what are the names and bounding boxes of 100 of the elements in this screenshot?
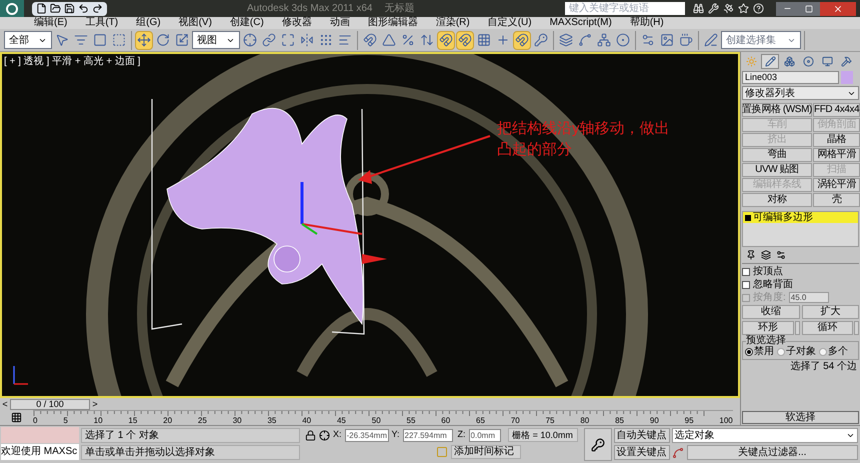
menu-item[interactable]: 组(G) xyxy=(136,18,161,28)
pencil-icon xyxy=(704,33,718,47)
triangle-icon xyxy=(382,33,396,47)
panel-button[interactable]: 网格平滑 xyxy=(813,148,860,162)
object-name-field[interactable]: Line003 xyxy=(742,71,839,84)
pin-icon[interactable] xyxy=(746,250,756,260)
radio-button[interactable] xyxy=(745,348,753,356)
curve-icon[interactable] xyxy=(672,446,684,458)
checkbox[interactable] xyxy=(742,268,750,276)
radio-button[interactable] xyxy=(819,348,827,356)
ruler-label: 60 xyxy=(441,417,450,425)
network-icon xyxy=(597,33,611,47)
dropdown[interactable]: 视图 xyxy=(192,31,240,49)
previous-frame-button[interactable]: < xyxy=(0,400,10,408)
crosshair-icon[interactable] xyxy=(319,430,330,440)
help-icon[interactable] xyxy=(753,3,764,14)
menu-item[interactable]: 渲染(R) xyxy=(436,18,470,28)
panel-button[interactable]: 弯曲 xyxy=(742,148,812,162)
toolbar-button[interactable] xyxy=(437,30,455,50)
new-file-icon[interactable] xyxy=(36,3,47,14)
wrench-icon[interactable] xyxy=(708,3,719,14)
rollout-header[interactable]: 软选择 xyxy=(742,411,859,424)
panel-button[interactable]: 置换网格 (WSM) xyxy=(742,103,812,117)
save-icon[interactable] xyxy=(64,3,75,14)
folder-icon[interactable] xyxy=(50,3,61,14)
checkbox-label: 按角度: xyxy=(753,292,786,302)
listener-field[interactable] xyxy=(1,427,79,443)
lock-icon[interactable] xyxy=(305,430,316,440)
toolbar-button[interactable] xyxy=(595,30,613,50)
menu-item[interactable]: 视图(V) xyxy=(178,18,212,28)
menu-item[interactable]: 图形编辑器 xyxy=(368,18,418,28)
toolbar-button[interactable] xyxy=(532,30,550,50)
panel-button[interactable]: 晶格 xyxy=(813,133,860,147)
key-mode-dropdown[interactable]: 选定对象 xyxy=(672,428,858,443)
time-slider-thumb[interactable]: 0 / 100 xyxy=(10,398,90,410)
menu-item[interactable]: 修改器 xyxy=(282,18,312,28)
ruler-label: 80 xyxy=(580,417,590,425)
time-tag-field[interactable]: 添加时间标记 xyxy=(451,445,521,459)
dropdown[interactable]: 创建选择集 xyxy=(721,31,801,49)
panel-button[interactable]: UVW 贴图 xyxy=(742,163,812,177)
viewport-label[interactable]: [ + ] 透视 ] 平滑 + 高光 + 边面 ] xyxy=(4,54,140,69)
undo-icon[interactable] xyxy=(78,3,89,14)
ruler-label: 50 xyxy=(372,417,381,425)
set-key-button[interactable] xyxy=(584,428,612,461)
ruler-label: 40 xyxy=(302,417,312,425)
auto-key-button[interactable]: 自动关键点 xyxy=(614,428,670,443)
app-logo-icon[interactable] xyxy=(0,0,24,17)
object-color-swatch[interactable] xyxy=(841,71,853,84)
pointer-icon xyxy=(55,33,69,47)
maximize-button[interactable] xyxy=(798,2,820,16)
menu-item[interactable]: 工具(T) xyxy=(85,18,118,28)
menu-item[interactable]: 帮助(H) xyxy=(630,18,664,28)
stack-item[interactable]: 可编辑多边形 xyxy=(743,212,858,223)
toolbar-button[interactable] xyxy=(135,30,153,50)
modifier-list-dropdown[interactable]: 修改器列表 xyxy=(742,86,859,100)
panel-button[interactable]: 收缩 xyxy=(742,305,800,319)
toolbar-button[interactable] xyxy=(557,30,575,50)
panel-button[interactable]: 环形 xyxy=(742,321,794,335)
ruler-label: 5 xyxy=(63,417,68,425)
menu-item[interactable]: MAXScript(M) xyxy=(550,18,612,28)
x-label: X: xyxy=(333,428,342,442)
star-icon[interactable] xyxy=(738,3,749,14)
mirror-icon xyxy=(300,33,314,47)
menu-item[interactable]: 自定义(U) xyxy=(488,18,532,28)
stack-icon[interactable] xyxy=(761,250,771,260)
dots-icon xyxy=(319,33,333,47)
satellite-icon[interactable] xyxy=(723,3,734,14)
panel-button[interactable]: 涡轮平滑 xyxy=(813,178,860,192)
radio-button[interactable] xyxy=(777,348,785,356)
toolbar-button[interactable] xyxy=(361,30,379,50)
key-filters-button[interactable]: 关键点过滤器... xyxy=(686,445,858,460)
dropdown[interactable]: 全部 xyxy=(4,31,52,49)
menu-item[interactable]: 创建(C) xyxy=(230,18,264,28)
x-field[interactable]: -26.354mm xyxy=(344,428,389,442)
toolbar-button[interactable] xyxy=(241,30,259,50)
toolbar-button[interactable] xyxy=(456,30,474,50)
panel-button[interactable]: FFD 4x4x4 xyxy=(813,103,860,117)
panel-button[interactable]: 对称 xyxy=(742,193,812,207)
close-button[interactable] xyxy=(820,2,856,16)
y-field[interactable]: 227.594mm xyxy=(402,428,453,442)
panel-button[interactable]: 扩大 xyxy=(802,305,859,319)
menu-item[interactable]: 编辑(E) xyxy=(34,18,68,28)
z-field[interactable]: 0.0mm xyxy=(468,428,501,442)
ruler-label: 25 xyxy=(198,417,207,425)
menu-item[interactable]: 动画 xyxy=(330,18,350,28)
next-frame-button[interactable]: > xyxy=(90,400,100,408)
toolbar-button[interactable] xyxy=(614,30,632,50)
set-key-mode-button[interactable]: 设置关键点 xyxy=(614,445,670,460)
binoculars-icon[interactable] xyxy=(693,3,704,14)
listener-text[interactable]: 欢迎使用 MAXSc xyxy=(1,444,79,460)
panel-button[interactable]: 壳 xyxy=(813,193,860,207)
toolbar-button[interactable] xyxy=(702,30,720,50)
close-icon xyxy=(833,4,843,14)
search-field[interactable]: 键入关键字或短语 xyxy=(565,2,685,15)
checkbox[interactable] xyxy=(742,280,750,288)
redo-icon[interactable] xyxy=(92,3,103,14)
configure-icon[interactable] xyxy=(776,250,786,260)
panel-button[interactable]: 循环 xyxy=(802,321,853,335)
panel-tab[interactable] xyxy=(761,54,779,69)
toolbar-button[interactable] xyxy=(513,30,531,50)
